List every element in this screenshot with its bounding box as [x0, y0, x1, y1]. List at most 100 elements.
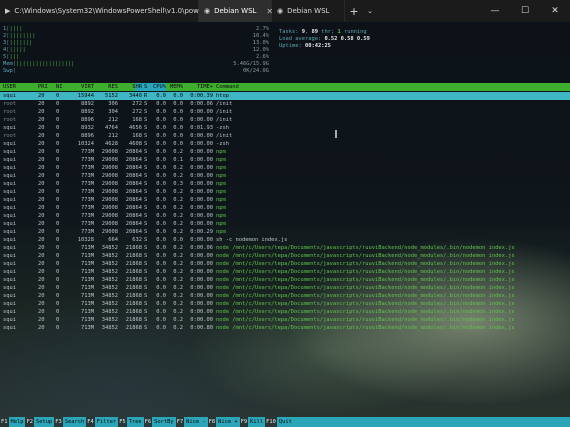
cell-time: 0:00.00 — [190, 141, 213, 147]
table-row[interactable]: squi 20 0 773M 29008 20864 S 0.0 0.3 0:00.00 npm — [0, 180, 570, 188]
table-row[interactable]: squi 20 0 713M 34852 21868 S 0.0 0.2 0:00.00 node … — [0, 308, 570, 316]
cell-res: 34852 — [101, 325, 118, 331]
fkey-label-f10[interactable]: Quit — [276, 417, 294, 427]
fkey-f3[interactable]: F3 — [54, 417, 63, 427]
cell-ni: 0 — [56, 213, 60, 219]
table-row[interactable]: squi 20 0 773M 29008 20864 S 0.0 0.2 0:00.00 npm — [0, 204, 570, 212]
cell-s: S — [144, 197, 148, 203]
table-row[interactable]: squi 20 0 713M 34852 21868 S 0.0 0.2 0:00.00 node … — [0, 284, 570, 292]
table-row[interactable]: squi 20 0 773M 29008 20864 S 0.0 0.2 0:00.00 npm — [0, 148, 570, 156]
table-row[interactable]: squi 20 0 713M 34852 21868 S 0.0 0.2 0:00.80 node … — [0, 324, 570, 332]
cell-pri: 20 — [38, 293, 45, 299]
fkey-f2[interactable]: F2 — [25, 417, 34, 427]
cell-s: S — [144, 285, 148, 291]
fkey-label-f7[interactable]: Nice - — [184, 417, 208, 427]
col-ni[interactable]: NI — [56, 83, 63, 91]
table-row[interactable]: squi 20 0 713M 34852 21868 S 0.0 0.2 0:00.00 node … — [0, 316, 570, 324]
table-row[interactable]: squi 20 0 10324 4628 4608 S 0.0 0.0 0:00.00 -zsh — [0, 140, 570, 148]
table-row[interactable]: squi 20 0 773M 29008 20864 S 0.0 0.2 0:00.00 npm — [0, 172, 570, 180]
col-state[interactable]: S — [144, 83, 147, 91]
cell-virt: 773M — [81, 213, 94, 219]
table-row[interactable]: squi 20 0 713M 34852 21868 S 0.0 0.2 0:00.06 node … — [0, 244, 570, 252]
table-row[interactable]: squi 20 0 773M 29008 20864 S 0.0 0.2 0:00.00 npm — [0, 196, 570, 204]
table-row[interactable]: squi 20 0 713M 34852 21868 S 0.0 0.2 0:00.00 node … — [0, 252, 570, 260]
new-tab-button[interactable]: + — [345, 0, 363, 22]
cell-pri: 20 — [38, 213, 45, 219]
table-row[interactable]: squi 20 0 773M 29008 20864 S 0.0 0.2 0:00.00 npm — [0, 188, 570, 196]
fkey-f8[interactable]: F8 — [208, 417, 217, 427]
fkey-f1[interactable]: F1 — [0, 417, 9, 427]
cell-cpu: 0.0 — [156, 237, 166, 243]
cell-ni: 0 — [56, 173, 60, 179]
table-row[interactable]: squi 20 0 713M 34852 21868 S 0.0 0.2 0:00.00 node … — [0, 292, 570, 300]
table-row[interactable]: squi 20 0 713M 34852 21868 S 0.0 0.2 0:00.00 node … — [0, 276, 570, 284]
table-row[interactable]: squi 20 0 10328 664 632 S 0.0 0.0 0:00.00 sh -c no… — [0, 236, 570, 244]
close-window-button[interactable]: ✕ — [540, 0, 570, 22]
fkey-label-f2[interactable]: Setup — [33, 417, 55, 427]
table-row[interactable]: squi 20 0 773M 29008 20864 S 0.0 0.1 0:00.00 npm — [0, 156, 570, 164]
minimize-button[interactable]: — — [480, 0, 510, 22]
table-row[interactable]: squi 20 0 773M 29008 20864 S 0.0 0.2 0:00.00 npm — [0, 220, 570, 228]
cell-cpu: 0.0 — [156, 173, 166, 179]
cell-res: 29008 — [101, 197, 118, 203]
table-row[interactable]: root 20 0 8896 212 168 S 0.0 0.0 0:00.00/init — [0, 116, 570, 124]
table-row[interactable]: root 20 0 8896 212 168 S 0.0 0.0 0:00.00/init — [0, 132, 570, 140]
fkey-f6[interactable]: F6 — [144, 417, 153, 427]
cell-ni: 0 — [56, 141, 60, 147]
fkey-f4[interactable]: F4 — [86, 417, 95, 427]
tab-powershell[interactable]: ▶ C:\Windows\System32\WindowsPowerShell\… — [0, 0, 237, 22]
fkey-f9[interactable]: F9 — [240, 417, 249, 427]
table-row[interactable]: squi 20 0 773M 29008 20864 S 0.0 0.2 0:00.29 npm — [0, 228, 570, 236]
table-row[interactable]: squi 20 0 713M 34852 21868 S 0.0 0.2 0:00.00 node … — [0, 268, 570, 276]
fkey-f5[interactable]: F5 — [118, 417, 127, 427]
table-row[interactable]: root 20 0 8892 304 272 S 0.0 0.0 0:00.00/init — [0, 108, 570, 116]
col-mem[interactable]: MEM% — [167, 83, 183, 91]
fkey-label-f5[interactable]: Tree — [126, 417, 144, 427]
fkey-label-f3[interactable]: Search — [62, 417, 87, 427]
cell-shr: 632 — [132, 237, 142, 243]
col-res[interactable]: RES — [96, 83, 118, 91]
fkey-label-f4[interactable]: Filter — [94, 417, 119, 427]
linux-icon: ◉ — [277, 7, 284, 15]
table-row[interactable]: squi 20 0 773M 29008 20864 S 0.0 0.2 0:00.00 npm — [0, 212, 570, 220]
fkey-f10[interactable]: F10 — [265, 417, 277, 427]
fkey-label-f6[interactable]: SortBy — [152, 417, 176, 427]
col-cpu[interactable]: CPU% — [150, 83, 166, 91]
table-row[interactable]: squi 20 0 713M 34852 21868 S 0.0 0.2 0:00.00 node … — [0, 260, 570, 268]
cell-virt: 713M — [81, 261, 94, 267]
meter-swp: Swp[0K/24.0G — [3, 68, 269, 75]
fkey-label-f8[interactable]: Nice + — [216, 417, 240, 427]
cell-time: 0:00.00 — [190, 253, 213, 259]
maximize-button[interactable]: ☐ — [510, 0, 540, 22]
cell-user: root — [3, 133, 16, 139]
col-shr[interactable]: SHR — [120, 83, 142, 91]
cell-s: S — [144, 245, 148, 251]
fkey-label-f9[interactable]: Kill — [248, 417, 266, 427]
fkey-label-f1[interactable]: Help — [8, 417, 26, 427]
tab-debian-wsl-1[interactable]: ◉ Debian WSL ✕ — [199, 0, 273, 22]
col-virt[interactable]: VIRT — [68, 83, 94, 91]
col-pri[interactable]: PRI — [38, 83, 48, 91]
tab-dropdown-button[interactable]: ⌄ — [363, 0, 377, 22]
table-row[interactable]: squi 20 0 713M 34852 21868 S 0.0 0.2 0:00.00 node … — [0, 300, 570, 308]
col-user[interactable]: USER — [3, 83, 16, 91]
col-command[interactable]: Command — [216, 83, 239, 91]
table-row[interactable]: squi 20 0 15944 5152 3440 R 0.0 0.0 0:00.39 htop — [0, 92, 570, 100]
cell-res: 34852 — [101, 301, 118, 307]
cell-cpu: 0.0 — [156, 317, 166, 323]
cell-time: 0:00.00 — [190, 269, 213, 275]
cell-ni: 0 — [56, 293, 60, 299]
cell-res: 29008 — [101, 213, 118, 219]
cell-mem: 0.2 — [173, 301, 183, 307]
tab-debian-wsl-2[interactable]: ◉ Debian WSL — [272, 0, 345, 22]
col-time[interactable]: TIME+ — [185, 83, 213, 91]
cell-ni: 0 — [56, 317, 60, 323]
fkey-f7[interactable]: F7 — [176, 417, 185, 427]
cell-cmd: node /mnt/c/Users/tepa/Documents/javascr… — [216, 325, 515, 331]
cell-mem: 0.2 — [173, 205, 183, 211]
table-row[interactable]: squi 20 0 773M 29008 20864 S 0.0 0.2 0:00.00 npm — [0, 164, 570, 172]
cell-s: S — [144, 261, 148, 267]
cell-res: 34852 — [101, 245, 118, 251]
table-row[interactable]: root 20 0 8892 306 272 S 0.0 0.0 0:00.06/init — [0, 100, 570, 108]
table-row[interactable]: squi 20 0 8932 4764 4656 S 0.0 0.0 0:01.93 -zsh — [0, 124, 570, 132]
